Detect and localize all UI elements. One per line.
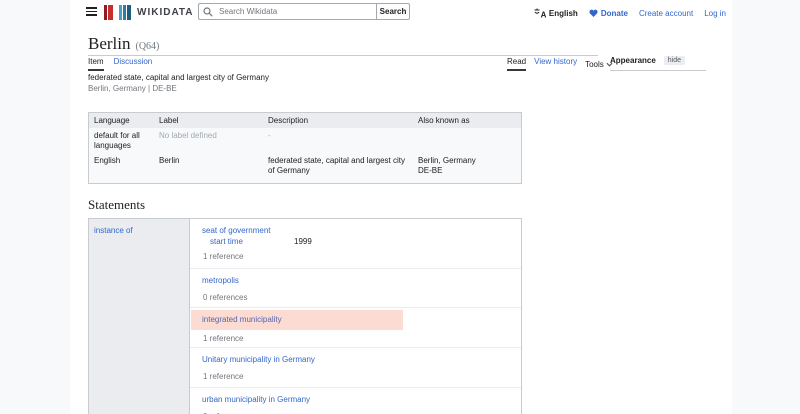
statement-unitary-municipality: Unitary municipality in Germany 1 refere… xyxy=(190,348,521,388)
appearance-hide-button[interactable]: hide xyxy=(664,56,685,65)
title-divider xyxy=(88,55,598,56)
wikidata-barcode-icon xyxy=(104,5,131,20)
user-menu: A English Donate Create account Log in xyxy=(534,0,726,26)
statement-property-column: instance of xyxy=(89,219,189,414)
main-menu-button[interactable] xyxy=(86,7,97,16)
references-toggle[interactable]: 0 references xyxy=(203,293,247,302)
references-toggle[interactable]: 1 reference xyxy=(203,334,243,343)
cell-label: No label defined xyxy=(154,128,263,153)
appearance-title: Appearance xyxy=(610,56,656,65)
cell-description: - xyxy=(263,128,413,153)
search-button[interactable]: Search xyxy=(376,3,410,20)
statement-integrated-municipality: integrated municipality 1 reference xyxy=(190,308,521,348)
heart-icon xyxy=(589,9,598,18)
table-row: English Berlin federated state, capital … xyxy=(89,153,521,178)
qualifier-property-link[interactable]: start time xyxy=(210,237,243,246)
value-link[interactable]: Unitary municipality in Germany xyxy=(202,355,315,364)
value-link[interactable]: seat of government xyxy=(202,226,270,235)
table-row: default for all languages No label defin… xyxy=(89,128,521,153)
cell-language: English xyxy=(89,153,154,178)
wikidata-wordmark: WIKIDATA xyxy=(137,7,194,18)
qualifier-value: 1999 xyxy=(294,237,312,246)
view-tabs: Read View history Tools xyxy=(507,57,613,71)
search-icon xyxy=(203,7,213,19)
appearance-panel: Appearance hide xyxy=(610,56,706,71)
tab-item[interactable]: Item xyxy=(88,57,104,71)
statement-urban-municipality: urban municipality in Germany 0 referenc… xyxy=(190,388,521,414)
cell-also-known-as xyxy=(413,128,521,153)
page-container: WIKIDATA Search A English Donate Create … xyxy=(70,0,732,414)
statement-values-column: seat of government start time 1999 1 ref… xyxy=(189,219,521,414)
value-link[interactable]: metropolis xyxy=(202,276,239,285)
entity-label: Berlin xyxy=(88,34,131,53)
column-header-also-known-as: Also known as xyxy=(413,113,521,128)
terms-table-header: Language Label Description Also known as xyxy=(89,113,521,128)
cell-description: federated state, capital and largest cit… xyxy=(263,153,413,178)
references-toggle[interactable]: 1 reference xyxy=(203,252,243,261)
alias-line: Berlin, Germany xyxy=(418,156,516,166)
tools-label: Tools xyxy=(585,60,604,69)
wikidata-logo[interactable]: WIKIDATA xyxy=(104,5,194,20)
page-title: Berlin (Q64) xyxy=(88,34,159,54)
statement-seat-of-government: seat of government start time 1999 1 ref… xyxy=(190,219,521,269)
entity-aliases: Berlin, Germany | DE-BE xyxy=(88,84,177,93)
cell-also-known-as: Berlin, Germany DE-BE xyxy=(413,153,521,178)
value-link[interactable]: integrated municipality xyxy=(202,315,282,324)
references-toggle[interactable]: 1 reference xyxy=(203,372,243,381)
entity-description: federated state, capital and largest cit… xyxy=(88,73,269,82)
namespace-tabs: Item Discussion xyxy=(88,57,152,71)
entity-id: (Q64) xyxy=(136,41,160,52)
statements-heading: Statements xyxy=(88,197,145,213)
search-input[interactable] xyxy=(198,3,376,20)
search-bar: Search xyxy=(198,3,410,20)
tab-view-history[interactable]: View history xyxy=(534,57,577,71)
create-account-link[interactable]: Create account xyxy=(639,9,693,18)
tools-menu-button[interactable]: Tools xyxy=(585,57,613,71)
language-icon: A xyxy=(534,8,546,18)
donate-label: Donate xyxy=(601,9,628,18)
column-header-label: Label xyxy=(154,113,263,128)
alias-line: DE-BE xyxy=(418,166,516,176)
value-link[interactable]: urban municipality in Germany xyxy=(202,395,310,404)
donate-link[interactable]: Donate xyxy=(589,9,628,18)
tab-read[interactable]: Read xyxy=(507,57,526,71)
language-label: English xyxy=(549,9,578,18)
statement-group: instance of seat of government start tim… xyxy=(88,218,522,414)
log-in-link[interactable]: Log in xyxy=(704,9,726,18)
column-header-description: Description xyxy=(263,113,413,128)
property-link-instance-of[interactable]: instance of xyxy=(94,226,133,235)
cell-language: default for all languages xyxy=(89,128,154,153)
tab-discussion[interactable]: Discussion xyxy=(114,57,153,71)
statement-metropolis: metropolis 0 references xyxy=(190,269,521,308)
svg-text:A: A xyxy=(541,11,546,19)
cell-label: Berlin xyxy=(154,153,263,178)
terms-table: Language Label Description Also known as… xyxy=(88,112,522,184)
language-selector[interactable]: A English xyxy=(534,8,578,18)
column-header-language: Language xyxy=(89,113,154,128)
